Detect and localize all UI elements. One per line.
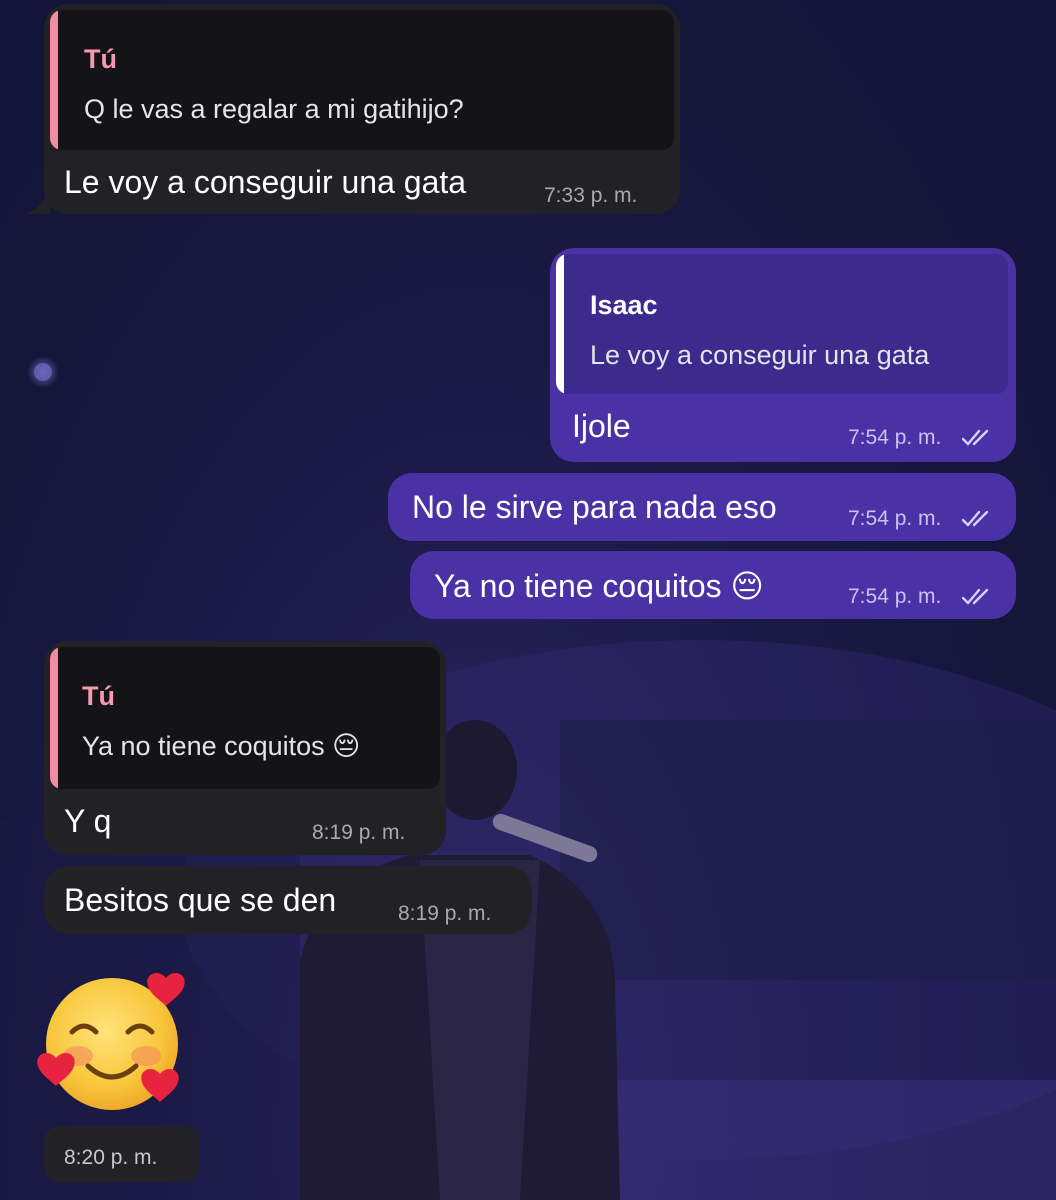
reply-quote[interactable]: Tú Q le vas a regalar a mi gatihijo? xyxy=(50,10,674,150)
read-receipt-icon xyxy=(962,588,989,605)
incoming-message-bubble[interactable]: Tú Q le vas a regalar a mi gatihijo? Le … xyxy=(44,4,680,214)
message-text: Ya no tiene coquitos 😔 xyxy=(434,568,764,604)
message-time: 7:54 p. m. xyxy=(848,585,942,608)
message-text: Ijole xyxy=(572,408,631,444)
message-time: 7:33 p. m. xyxy=(544,184,638,207)
message-time: 7:54 p. m. xyxy=(848,507,942,530)
message-time: 8:19 p. m. xyxy=(312,821,406,844)
outgoing-message-bubble[interactable]: Isaac Le voy a conseguir una gata Ijole … xyxy=(550,248,1016,462)
smiling-face-with-hearts-emoji[interactable] xyxy=(36,966,192,1116)
read-receipt-icon xyxy=(962,429,989,446)
sticker-time-badge: 8:20 p. m. xyxy=(44,1126,200,1182)
reply-text: Ya no tiene coquitos 😔 xyxy=(82,731,361,761)
reply-quote[interactable]: Tú Ya no tiene coquitos 😔 xyxy=(50,647,440,789)
message-time: 7:54 p. m. xyxy=(848,426,942,449)
reply-quote[interactable]: Isaac Le voy a conseguir una gata xyxy=(556,254,1008,394)
message-text: Y q xyxy=(64,803,112,839)
reply-author: Tú xyxy=(82,681,115,711)
message-time: 8:19 p. m. xyxy=(398,902,492,925)
message-text: Le voy a conseguir una gata xyxy=(64,164,467,200)
message-text: Besitos que se den xyxy=(64,882,337,918)
reply-author: Isaac xyxy=(590,290,658,320)
read-receipt-icon xyxy=(962,510,989,527)
reply-accent-bar xyxy=(50,647,58,789)
reply-text: Le voy a conseguir una gata xyxy=(590,340,930,370)
incoming-message-bubble[interactable]: Besitos que se den 8:19 p. m. xyxy=(44,866,532,934)
reply-author: Tú xyxy=(84,44,117,74)
reply-text: Q le vas a regalar a mi gatihijo? xyxy=(84,94,464,124)
reply-accent-bar xyxy=(556,254,564,394)
incoming-message-bubble[interactable]: Tú Ya no tiene coquitos 😔 Y q 8:19 p. m. xyxy=(44,641,446,855)
outgoing-message-bubble[interactable]: No le sirve para nada eso 7:54 p. m. xyxy=(388,473,1016,541)
message-time: 8:20 p. m. xyxy=(64,1146,158,1169)
outgoing-message-bubble[interactable]: Ya no tiene coquitos 😔 7:54 p. m. xyxy=(410,551,1016,619)
message-text: No le sirve para nada eso xyxy=(412,489,777,525)
reply-accent-bar xyxy=(50,10,58,150)
